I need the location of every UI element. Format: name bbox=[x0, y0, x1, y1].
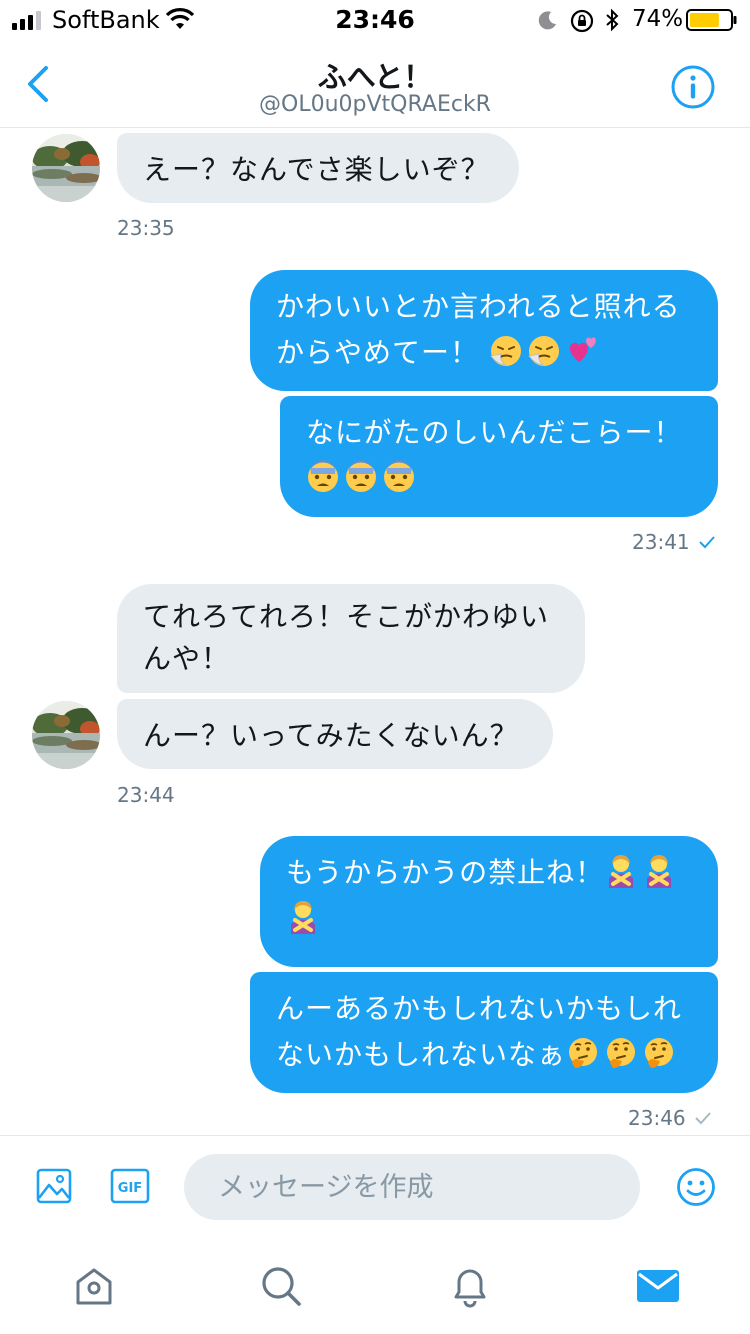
avatar[interactable] bbox=[32, 134, 100, 202]
sent-message-bubble[interactable]: んーあるかもしれないかもしれ ないかもしれないなぁ bbox=[250, 972, 718, 1093]
conversation-title: ふへと！ bbox=[317, 60, 433, 94]
image-icon[interactable] bbox=[36, 1168, 72, 1204]
message-timestamp: 23:35 bbox=[117, 216, 175, 240]
message-text-line-2: んや！ bbox=[143, 642, 231, 675]
message-timestamp: 23:44 bbox=[117, 783, 175, 807]
compose-bar: GIF bbox=[0, 1135, 750, 1239]
message-text-line: てれろてれろ！そこがかわゆい bbox=[143, 600, 550, 633]
search-icon[interactable] bbox=[259, 1264, 303, 1308]
tab-bar bbox=[0, 1240, 750, 1334]
message-text-line: なにがたのしいんだこらー！ bbox=[306, 416, 683, 449]
sent-message-bubble[interactable]: もうからかうの禁止ね！ bbox=[260, 836, 718, 967]
messages-icon[interactable] bbox=[636, 1264, 680, 1308]
person-gesturing-no-icon bbox=[645, 854, 674, 888]
do-not-disturb-icon bbox=[538, 11, 556, 30]
received-message-bubble[interactable]: えー？なんでさ楽しいぞ？ bbox=[117, 133, 519, 203]
rotation-lock-icon bbox=[570, 9, 594, 33]
message-text: えー？なんでさ楽しいぞ？ bbox=[143, 153, 490, 186]
two-hearts-icon bbox=[569, 337, 596, 362]
thinking-face-icon bbox=[606, 1037, 637, 1069]
conversation-handle: @OL0u0pVtQRAEckR bbox=[259, 92, 491, 117]
message-input[interactable] bbox=[184, 1154, 640, 1220]
thinking-face-icon bbox=[644, 1037, 675, 1069]
avatar[interactable] bbox=[32, 701, 100, 769]
received-message-bubble[interactable]: てれろてれろ！そこがかわゆい んや！ bbox=[117, 584, 585, 693]
sent-message-bubble[interactable]: かわいいとか言われると照れる からやめてー！ bbox=[250, 270, 718, 391]
message-text-line-2: からやめてー！ bbox=[276, 330, 692, 376]
message-text-line-2: ないかもしれないなぁ bbox=[276, 1032, 692, 1078]
conversation-header: ふへと！ @OL0u0pVtQRAEckR bbox=[0, 40, 750, 128]
fearful-face-icon bbox=[384, 460, 414, 492]
home-icon[interactable] bbox=[72, 1264, 116, 1308]
gif-button[interactable]: GIF bbox=[110, 1168, 150, 1204]
sneezing-face-icon bbox=[489, 335, 522, 367]
notifications-icon[interactable] bbox=[448, 1264, 492, 1308]
person-gesturing-no-icon bbox=[289, 900, 317, 934]
gif-label: GIF bbox=[118, 1181, 142, 1196]
sent-checkmark-icon bbox=[695, 1112, 711, 1125]
message-text-line: んーあるかもしれないかもしれ bbox=[276, 992, 683, 1025]
info-button[interactable] bbox=[670, 64, 716, 110]
message-timestamp: 23:41 bbox=[632, 530, 716, 554]
fearful-face-icon bbox=[346, 460, 376, 492]
thinking-face-icon bbox=[568, 1037, 599, 1069]
fearful-face-icon bbox=[308, 460, 338, 492]
message-text-line: もうからかうの禁止ね！ bbox=[286, 850, 692, 896]
sneezing-face-icon bbox=[527, 335, 560, 367]
emoji-row bbox=[286, 896, 692, 942]
person-gesturing-no-icon bbox=[607, 854, 636, 888]
emoji-row bbox=[306, 456, 692, 502]
battery-percent: 74% bbox=[632, 6, 684, 32]
read-checkmark-icon bbox=[699, 536, 715, 549]
emoji-picker-icon[interactable] bbox=[676, 1167, 716, 1207]
received-message-bubble[interactable]: んー？いってみたくないん？ bbox=[117, 699, 553, 769]
bluetooth-icon bbox=[606, 8, 619, 32]
battery-icon bbox=[686, 9, 737, 31]
status-bar: SoftBank 23:46 74% bbox=[0, 0, 750, 40]
message-text: んー？いってみたくないん？ bbox=[143, 719, 519, 752]
sent-message-bubble[interactable]: なにがたのしいんだこらー！ bbox=[280, 396, 718, 517]
message-text-line: かわいいとか言われると照れる bbox=[276, 290, 681, 323]
message-timestamp: 23:46 bbox=[628, 1106, 712, 1130]
